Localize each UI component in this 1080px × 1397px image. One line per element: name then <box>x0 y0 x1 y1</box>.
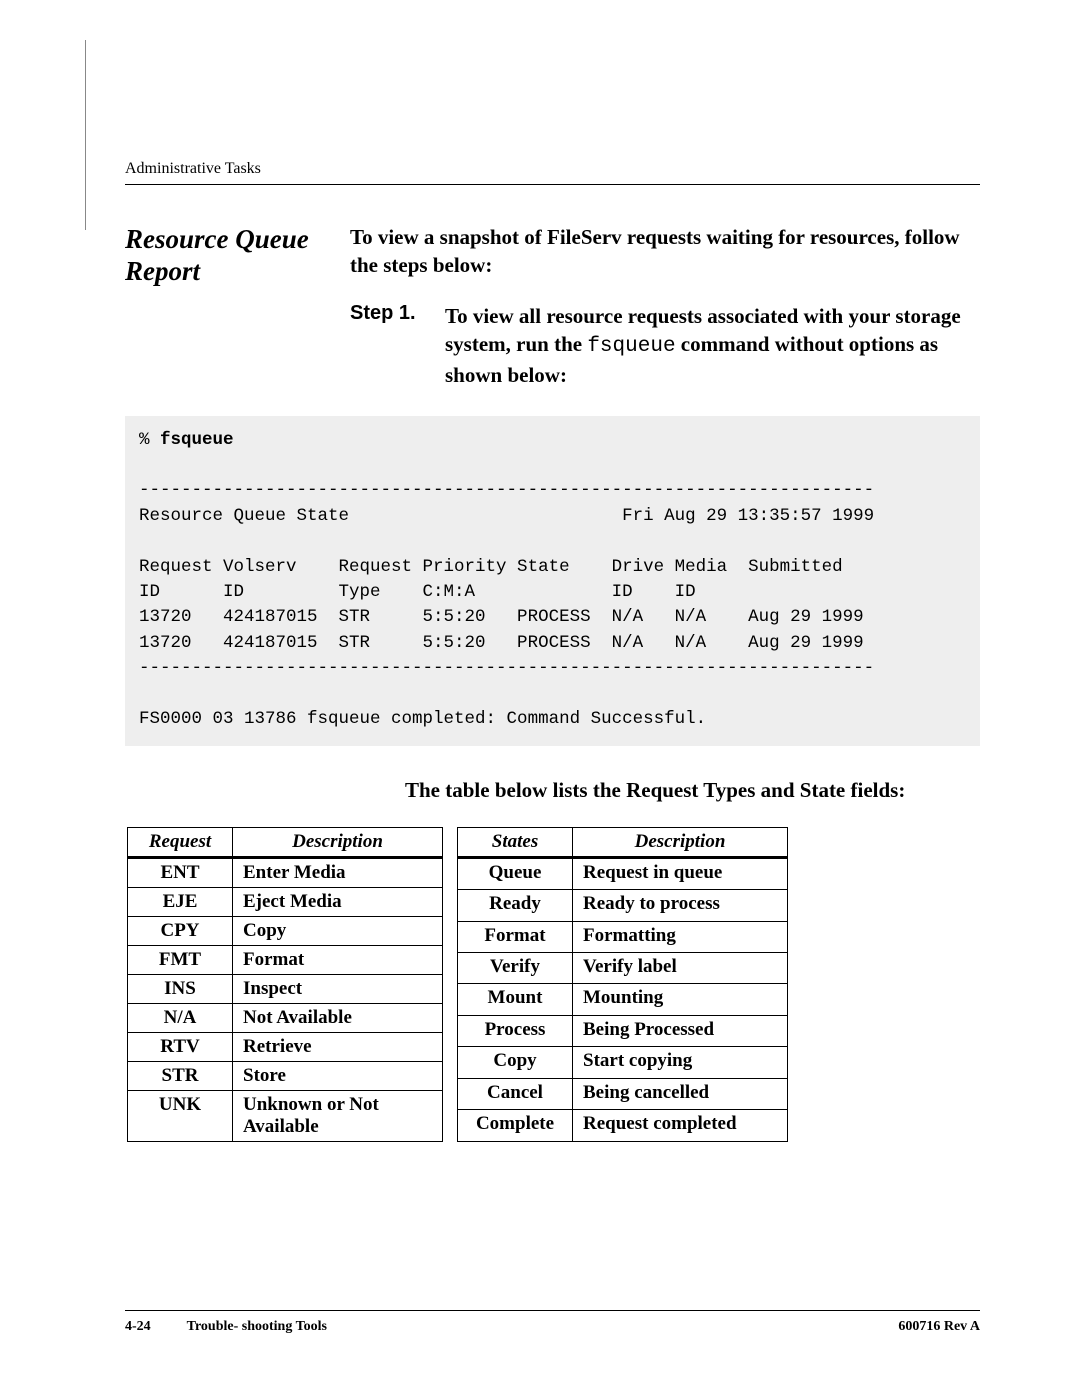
terminal-state-time: Fri Aug 29 13:35:57 1999 <box>622 506 874 526</box>
page-footer: 4-24 Trouble- shooting Tools 600716 Rev … <box>125 1310 980 1335</box>
request-key: STR <box>128 1061 233 1090</box>
table-caption: The table below lists the Request Types … <box>405 776 980 804</box>
footer-left: 4-24 Trouble- shooting Tools <box>125 1319 327 1335</box>
state-desc: Being Processed <box>573 1015 788 1046</box>
state-desc: Ready to process <box>573 890 788 921</box>
table-row: QueueRequest in queue <box>458 857 788 890</box>
request-header-0: Request <box>128 827 233 857</box>
state-desc: Verify label <box>573 952 788 983</box>
state-key: Complete <box>458 1110 573 1142</box>
state-key: Cancel <box>458 1078 573 1109</box>
table-row: INSInspect <box>128 974 443 1003</box>
states-header-0: States <box>458 827 573 857</box>
title-intro-row: Resource Queue Report To view a snapshot… <box>125 223 980 390</box>
table-row: EJEEject Media <box>128 887 443 916</box>
state-key: Mount <box>458 984 573 1015</box>
step-label: Step 1. <box>350 302 445 390</box>
state-desc: Request completed <box>573 1110 788 1142</box>
step-text: To view all resource requests associated… <box>445 302 980 390</box>
section-title: Resource Queue Report <box>125 223 320 288</box>
table-row: ReadyReady to process <box>458 890 788 921</box>
footer-chapter: Trouble- shooting Tools <box>187 1319 327 1335</box>
table-row: ProcessBeing Processed <box>458 1015 788 1046</box>
request-desc: Eject Media <box>233 887 443 916</box>
request-type-table: Request Description ENTEnter MediaEJEEje… <box>127 827 443 1142</box>
state-key: Ready <box>458 890 573 921</box>
table-row: VerifyVerify label <box>458 952 788 983</box>
head-rule <box>125 184 980 185</box>
page: Administrative Tasks Resource Queue Repo… <box>0 0 1080 1397</box>
request-header-1: Description <box>233 827 443 857</box>
tables-wrapper: Request Description ENTEnter MediaEJEEje… <box>127 827 980 1142</box>
state-key: Verify <box>458 952 573 983</box>
states-table: States Description QueueRequest in queue… <box>457 827 788 1142</box>
request-key: RTV <box>128 1032 233 1061</box>
margin-rule <box>85 40 86 230</box>
state-key: Copy <box>458 1047 573 1078</box>
request-desc: Format <box>233 945 443 974</box>
terminal-row1: 13720 424187015 STR 5:5:20 PROCESS N/A N… <box>139 607 864 627</box>
terminal-block: % fsqueue ------------------------------… <box>125 416 980 747</box>
intro-col: To view a snapshot of FileServ requests … <box>350 223 980 390</box>
table-row: UNKUnknown or Not Available <box>128 1090 443 1141</box>
terminal-prompt: % <box>139 430 160 450</box>
table-row: FormatFormatting <box>458 921 788 952</box>
state-desc: Mounting <box>573 984 788 1015</box>
state-desc: Formatting <box>573 921 788 952</box>
terminal-hdr2: ID ID Type C:M:A ID ID <box>139 582 696 602</box>
request-desc: Copy <box>233 916 443 945</box>
terminal-divider-top: ----------------------------------------… <box>139 480 874 500</box>
table-row: RTVRetrieve <box>128 1032 443 1061</box>
state-key: Process <box>458 1015 573 1046</box>
request-desc: Unknown or Not Available <box>233 1090 443 1141</box>
request-tbody: ENTEnter MediaEJEEject MediaCPYCopyFMTFo… <box>128 857 443 1141</box>
states-header-1: Description <box>573 827 788 857</box>
terminal-state-title: Resource Queue State <box>139 506 349 526</box>
terminal-divider-bottom: ----------------------------------------… <box>139 658 874 678</box>
footer-doc-rev: 600716 Rev A <box>898 1319 980 1335</box>
terminal-hdr1: Request Volserv Request Priority State D… <box>139 557 843 577</box>
state-key: Format <box>458 921 573 952</box>
table-row: CopyStart copying <box>458 1047 788 1078</box>
table-row: CompleteRequest completed <box>458 1110 788 1142</box>
running-head: Administrative Tasks <box>125 160 980 178</box>
table-row: ENTEnter Media <box>128 857 443 887</box>
intro-text: To view a snapshot of FileServ requests … <box>350 223 980 280</box>
request-key: FMT <box>128 945 233 974</box>
terminal-footer-msg: FS0000 03 13786 fsqueue completed: Comma… <box>139 709 706 729</box>
request-key: N/A <box>128 1003 233 1032</box>
request-desc: Enter Media <box>233 857 443 887</box>
request-key: ENT <box>128 857 233 887</box>
request-key: INS <box>128 974 233 1003</box>
request-key: EJE <box>128 887 233 916</box>
table-row: N/ANot Available <box>128 1003 443 1032</box>
table-row: MountMounting <box>458 984 788 1015</box>
state-key: Queue <box>458 857 573 890</box>
terminal-command: fsqueue <box>160 430 234 450</box>
table-row: CancelBeing cancelled <box>458 1078 788 1109</box>
table-row: STRStore <box>128 1061 443 1090</box>
states-tbody: QueueRequest in queueReadyReady to proce… <box>458 857 788 1141</box>
table-row: CPYCopy <box>128 916 443 945</box>
table-row: FMTFormat <box>128 945 443 974</box>
step-row: Step 1. To view all resource requests as… <box>350 302 980 390</box>
request-desc: Store <box>233 1061 443 1090</box>
footer-page-number: 4-24 <box>125 1319 151 1335</box>
request-desc: Inspect <box>233 974 443 1003</box>
request-desc: Retrieve <box>233 1032 443 1061</box>
request-key: CPY <box>128 916 233 945</box>
state-desc: Request in queue <box>573 857 788 890</box>
state-desc: Being cancelled <box>573 1078 788 1109</box>
terminal-row2: 13720 424187015 STR 5:5:20 PROCESS N/A N… <box>139 633 864 653</box>
step-cmd: fsqueue <box>587 335 675 358</box>
request-key: UNK <box>128 1090 233 1141</box>
request-desc: Not Available <box>233 1003 443 1032</box>
state-desc: Start copying <box>573 1047 788 1078</box>
